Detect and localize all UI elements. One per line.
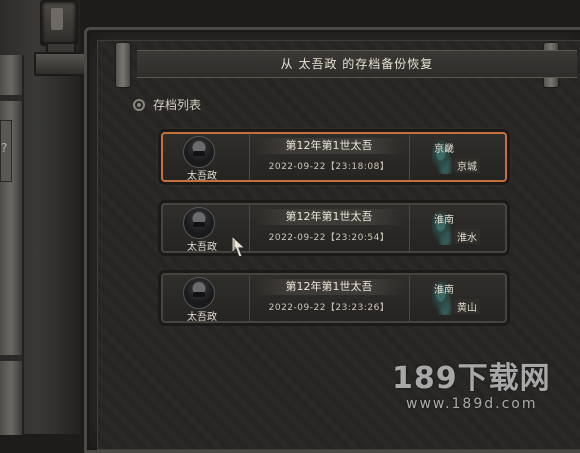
avatar: [183, 136, 215, 168]
list-bullet-icon: [133, 98, 145, 111]
stone-pillar: [0, 55, 24, 435]
location: 淮南 淮水: [409, 205, 504, 251]
region-name: 淮南: [434, 285, 454, 296]
ornament-base: [34, 52, 88, 76]
city-name: 黄山: [454, 299, 480, 314]
location: 京畿 京城: [409, 134, 504, 180]
character-name: 太吾政: [187, 312, 217, 323]
pointer-cursor-icon: [231, 234, 247, 258]
dialog-title: 从 太吾政 的存档备份恢复: [137, 50, 577, 78]
save-slot-2[interactable]: 太吾政 第12年第1世太吾 2022-09-22【23:20:54】 淮南 淮水: [161, 203, 507, 253]
scroll-end-left: [115, 42, 131, 88]
save-list-label: 存档列表: [153, 98, 202, 112]
character-name: 太吾政: [187, 171, 217, 182]
save-timestamp: 2022-09-22【23:23:26】: [268, 303, 390, 313]
question-mark-icon: ?: [1, 141, 8, 155]
generation-label: 第12年第1世太吾: [255, 279, 403, 295]
lantern-ornament: [32, 0, 88, 90]
side-document: ?: [0, 120, 12, 182]
generation-label: 第12年第1世太吾: [255, 209, 403, 225]
save-info: 第12年第1世太吾 2022-09-22【23:23:26】: [255, 279, 403, 317]
watermark-logo: 189下载网: [392, 361, 551, 396]
save-list-header: 存档列表: [133, 96, 201, 113]
save-timestamp: 2022-09-22【23:18:08】: [268, 162, 390, 172]
pillar-band: [0, 95, 22, 101]
character-portrait: 太吾政: [163, 134, 250, 182]
watermark: 189下载网 www.189d.com: [392, 361, 580, 413]
watermark-url: www.189d.com: [406, 396, 538, 412]
save-info: 第12年第1世太吾 2022-09-22【23:18:08】: [255, 138, 403, 176]
city-name: 京城: [454, 158, 480, 173]
region-name: 淮南: [434, 215, 454, 226]
generation-label: 第12年第1世太吾: [255, 138, 403, 154]
avatar: [183, 277, 215, 309]
location: 淮南 黄山: [409, 275, 504, 321]
ornament-cap: [40, 0, 78, 46]
save-timestamp: 2022-09-22【23:20:54】: [268, 233, 390, 243]
region-name: 京畿: [434, 144, 454, 155]
avatar: [183, 207, 215, 239]
pillar-band: [0, 355, 22, 361]
character-portrait: 太吾政: [163, 275, 250, 323]
save-slot-3[interactable]: 太吾政 第12年第1世太吾 2022-09-22【23:23:26】 淮南 黄山: [161, 273, 507, 323]
save-info: 第12年第1世太吾 2022-09-22【23:20:54】: [255, 209, 403, 247]
save-slot-1[interactable]: 太吾政 第12年第1世太吾 2022-09-22【23:18:08】 京畿 京城: [161, 132, 507, 182]
city-name: 淮水: [454, 229, 480, 244]
